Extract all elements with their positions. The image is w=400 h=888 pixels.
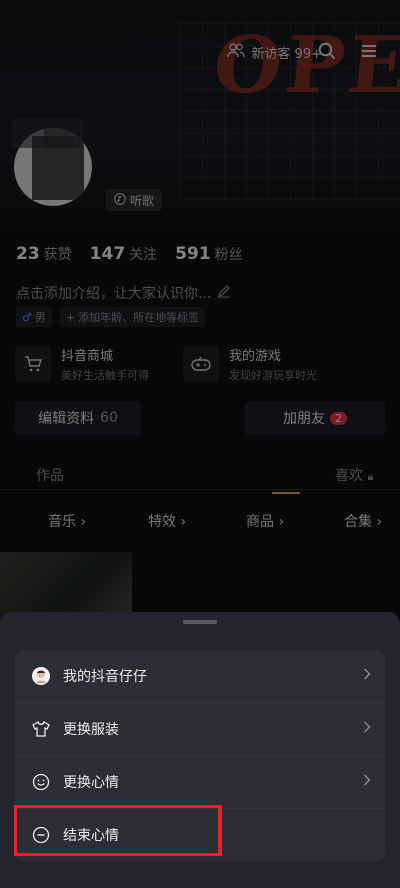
sheet-drag-handle[interactable] <box>183 620 217 624</box>
smile-icon <box>31 772 51 792</box>
highlight-annotation <box>14 805 222 856</box>
chevron-right-icon <box>363 668 371 684</box>
menu-item-change-mood[interactable]: 更换心情 <box>15 756 385 809</box>
chevron-right-icon <box>363 774 371 790</box>
menu-item-change-outfit[interactable]: 更换服装 <box>15 703 385 756</box>
menu-item-my-avatar[interactable]: 我的抖音仔仔 <box>15 650 385 703</box>
shirt-icon <box>31 719 51 739</box>
avatar-icon <box>31 666 51 686</box>
chevron-right-icon <box>363 721 371 737</box>
